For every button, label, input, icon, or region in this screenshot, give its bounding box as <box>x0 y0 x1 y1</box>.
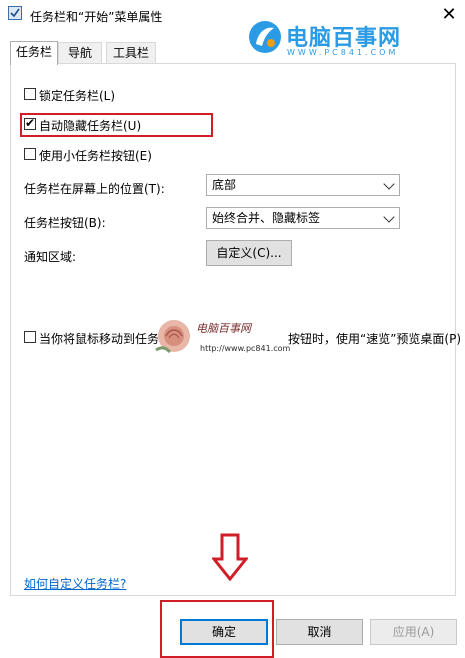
taskbar-buttons-label: 任务栏按钮(B): <box>24 216 106 230</box>
ok-button[interactable]: 确定 <box>180 619 268 645</box>
taskbar-buttons-value: 始终合并、隐藏标签 <box>212 211 321 225</box>
lock-taskbar-checkbox[interactable] <box>24 88 36 100</box>
small-buttons-checkbox[interactable] <box>24 148 36 160</box>
taskbar-properties-icon <box>8 6 22 20</box>
autohide-checkbox[interactable]: ✔ <box>24 116 36 130</box>
window-title: 任务栏和“开始”菜单属性 <box>30 10 163 24</box>
position-value: 底部 <box>212 178 237 192</box>
watermark-stamp-url: http://www.pc841.com <box>200 344 291 353</box>
notification-area-label: 通知区域: <box>24 250 77 264</box>
watermark-logo-icon <box>248 20 282 54</box>
watermark-stamp-title: 电脑百事网 <box>196 322 251 335</box>
help-link[interactable]: 如何自定义任务栏? <box>24 575 126 592</box>
peek-label-start: 当你将鼠标移动到任务 <box>39 332 160 346</box>
rose-icon <box>155 320 190 354</box>
peek-checkbox[interactable] <box>24 331 36 343</box>
lock-taskbar-label: 锁定任务栏(L) <box>39 89 116 103</box>
checkmark-icon: ✔ <box>25 116 36 130</box>
position-label: 任务栏在屏幕上的位置(T): <box>24 182 165 196</box>
peek-label-end: 按钮时，使用“速览”预览桌面(P) <box>288 332 462 346</box>
taskbar-buttons-select[interactable]: 始终合并、隐藏标签 <box>206 207 400 229</box>
autohide-label: 自动隐藏任务栏(U) <box>39 119 142 133</box>
small-buttons-label: 使用小任务栏按钮(E) <box>39 149 152 163</box>
tab-toolbars[interactable]: 工具栏 <box>106 42 156 64</box>
tab-navigation[interactable]: 导航 <box>58 42 102 64</box>
customize-button[interactable]: 自定义(C)... <box>206 240 292 266</box>
tab-taskbar[interactable]: 任务栏 <box>10 41 58 65</box>
position-select[interactable]: 底部 <box>206 174 400 196</box>
cancel-button[interactable]: 取消 <box>276 619 363 645</box>
chevron-down-icon <box>383 211 395 223</box>
apply-button[interactable]: 应用(A) <box>370 619 457 645</box>
watermark-url: WWW.PC841.COM <box>287 48 399 57</box>
arrow-down-icon <box>212 533 248 581</box>
chevron-down-icon <box>383 178 395 190</box>
close-icon[interactable]: ✕ <box>436 3 462 27</box>
watermark-stamp: 电脑百事网 http://www.pc841.com <box>152 316 302 358</box>
